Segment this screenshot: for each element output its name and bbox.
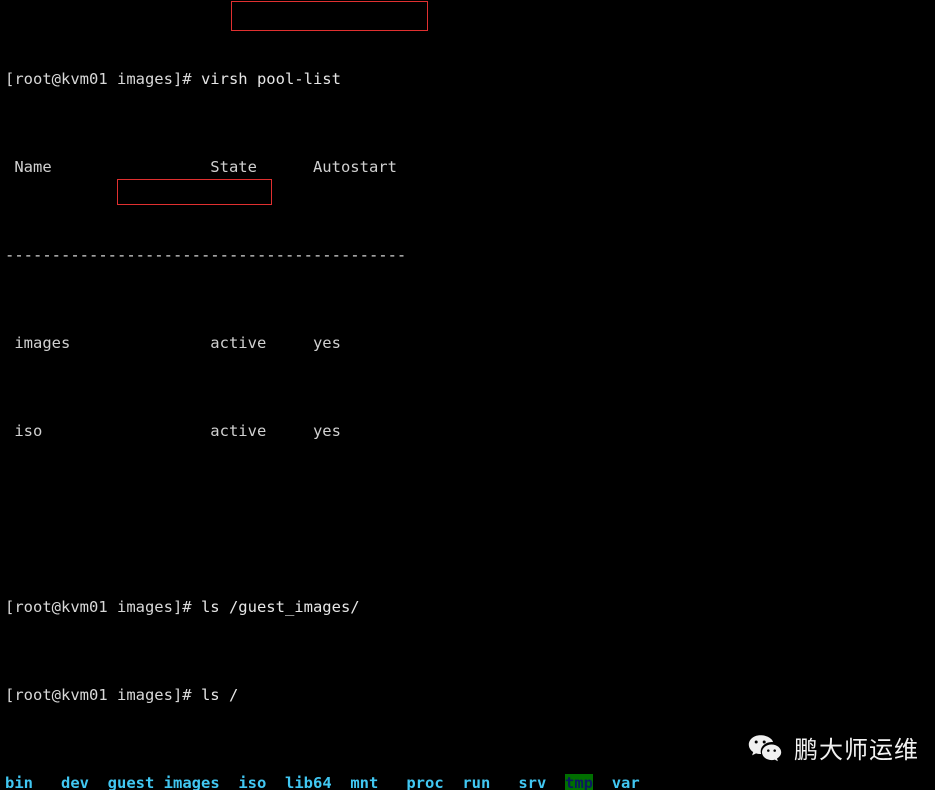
ls-entry-dev: dev bbox=[61, 774, 89, 790]
shell-prompt: [root@kvm01 images]# bbox=[5, 686, 201, 704]
ls-entry-lib64: lib64 bbox=[285, 774, 332, 790]
ls-entry-srv: srv bbox=[518, 774, 547, 790]
ls-entry-proc: proc bbox=[406, 774, 444, 790]
terminal-window[interactable]: [root@kvm01 images]# virsh pool-list Nam… bbox=[0, 0, 935, 790]
ls-entry-var: var bbox=[611, 774, 640, 790]
wechat-icon bbox=[748, 733, 782, 763]
ls-entry-mnt: mnt bbox=[350, 774, 379, 790]
ls-entry-guest-images: guest_images bbox=[107, 774, 220, 790]
terminal-line-command-virsh: [root@kvm01 images]# virsh pool-list bbox=[5, 68, 640, 90]
ls-entry-iso: iso bbox=[238, 774, 267, 790]
command-ls-guest-images: ls /guest_images/ bbox=[200, 598, 360, 616]
command-ls-root: ls / bbox=[200, 686, 239, 704]
ls-entry-bin: bin bbox=[5, 774, 33, 790]
pool-table-row-iso: iso active yes bbox=[5, 422, 341, 440]
ls-entry-tmp: tmp bbox=[565, 774, 594, 790]
pool-table-row-images: images active yes bbox=[5, 334, 341, 352]
watermark-label: 鹏大师运维 bbox=[794, 736, 919, 764]
terminal-output: [root@kvm01 images]# virsh pool-list Nam… bbox=[5, 2, 640, 790]
shell-prompt: [root@kvm01 images]# bbox=[5, 70, 201, 88]
ls-entry-run: run bbox=[462, 774, 491, 790]
command-virsh-pool-list: virsh pool-list bbox=[200, 70, 341, 88]
pool-table-separator: ----------------------------------------… bbox=[5, 246, 407, 264]
watermark: 鹏大师运维 bbox=[748, 730, 919, 765]
terminal-line-command-ls-root: [root@kvm01 images]# ls / bbox=[5, 684, 640, 706]
shell-prompt: [root@kvm01 images]# bbox=[5, 598, 201, 616]
ls-output-row-1: bin dev guest_images iso lib64 mnt proc … bbox=[5, 772, 640, 790]
pool-table-header: Name State Autostart bbox=[5, 158, 397, 176]
terminal-line-command-ls-guest: [root@kvm01 images]# ls /guest_images/ bbox=[5, 596, 640, 618]
